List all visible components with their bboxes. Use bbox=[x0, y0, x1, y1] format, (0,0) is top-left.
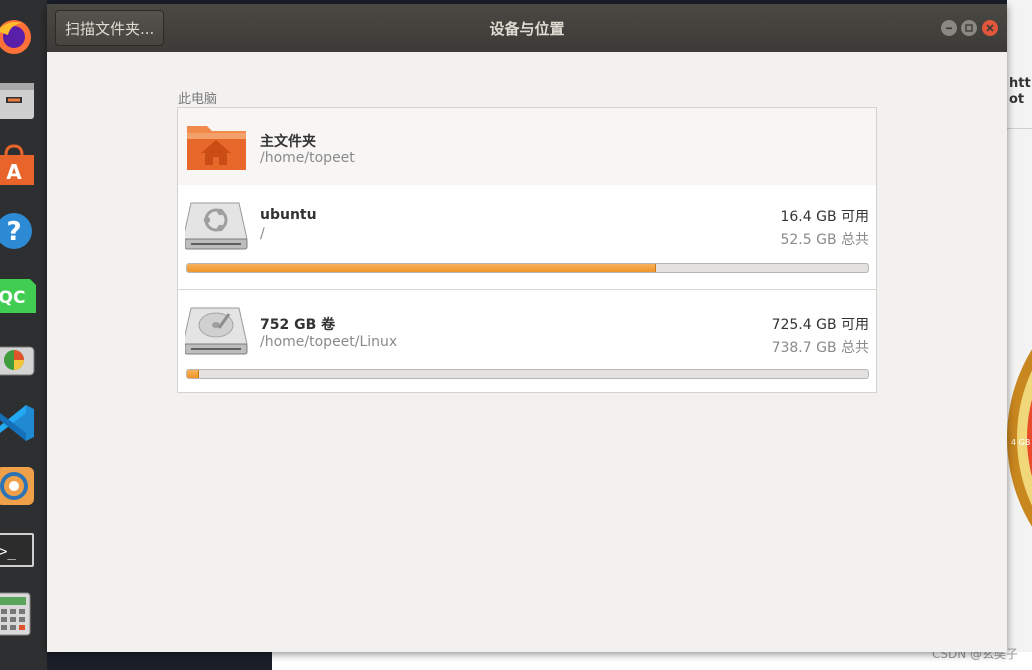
locations-list: 主文件夹 /home/topeet ubuntu / 16.4 GB 可用 52… bbox=[177, 107, 877, 393]
svg-text:?: ? bbox=[6, 217, 21, 247]
calculator-icon[interactable] bbox=[0, 588, 40, 638]
background-window-bottom bbox=[272, 652, 1032, 670]
help-icon[interactable]: ? bbox=[0, 205, 40, 255]
location-path: /home/topeet bbox=[260, 150, 355, 166]
background-divider bbox=[1007, 128, 1032, 129]
window-title: 设备与位置 bbox=[489, 20, 565, 38]
usage-bar bbox=[186, 263, 869, 273]
background-window-text: htt ot bbox=[1009, 76, 1032, 108]
location-path: /home/topeet/Linux bbox=[260, 334, 398, 350]
usage-bar-fill bbox=[187, 264, 656, 272]
titlebar[interactable]: 扫描文件夹... 设备与位置 bbox=[47, 4, 1007, 52]
minimize-button[interactable] bbox=[941, 20, 957, 36]
location-name: 752 GB 卷 bbox=[260, 317, 336, 333]
free-space-label: 725.4 GB 可用 bbox=[771, 317, 869, 333]
location-name: ubuntu bbox=[260, 207, 317, 223]
svg-text:>_: >_ bbox=[0, 544, 16, 560]
disk-usage-icon[interactable] bbox=[0, 334, 40, 384]
minimize-icon bbox=[946, 27, 952, 30]
ubuntu-drive-icon bbox=[182, 199, 249, 255]
background-chart-label: 4 GB bbox=[1011, 438, 1031, 447]
free-space-label: 16.4 GB 可用 bbox=[780, 209, 869, 225]
total-space-label: 738.7 GB 总共 bbox=[771, 340, 869, 356]
software-store-icon[interactable]: A bbox=[0, 140, 40, 190]
files-icon[interactable] bbox=[0, 74, 40, 124]
launcher-dock: A ? QC >_ bbox=[0, 0, 47, 670]
maximize-button[interactable] bbox=[961, 20, 977, 36]
close-icon bbox=[986, 24, 994, 32]
location-path: / bbox=[260, 226, 265, 242]
background-text-line: htt bbox=[1009, 76, 1031, 91]
total-space-label: 52.5 GB 总共 bbox=[780, 232, 869, 248]
svg-text:A: A bbox=[6, 160, 22, 184]
disk-usage-window: 扫描文件夹... 设备与位置 此电脑 主文件夹 /home/topeet ubu… bbox=[47, 4, 1007, 652]
hard-disk-icon bbox=[182, 304, 249, 360]
section-label: 此电脑 bbox=[178, 92, 218, 107]
close-button[interactable] bbox=[982, 20, 998, 36]
background-text-line: ot bbox=[1009, 92, 1025, 107]
background-ring-chart bbox=[1007, 262, 1032, 578]
location-row-ubuntu[interactable]: ubuntu / 16.4 GB 可用 52.5 GB 总共 bbox=[178, 185, 876, 290]
terminal-icon[interactable]: >_ bbox=[0, 524, 40, 574]
blender-icon[interactable] bbox=[0, 460, 40, 510]
location-row-volume[interactable]: 752 GB 卷 /home/topeet/Linux 725.4 GB 可用 … bbox=[178, 290, 876, 392]
location-name: 主文件夹 bbox=[260, 134, 316, 150]
firefox-icon[interactable] bbox=[0, 10, 40, 60]
location-row-home[interactable]: 主文件夹 /home/topeet bbox=[178, 108, 876, 186]
qtcreator-icon[interactable]: QC bbox=[0, 268, 40, 318]
usage-bar-fill bbox=[187, 370, 200, 378]
svg-text:QC: QC bbox=[0, 288, 25, 308]
maximize-icon bbox=[965, 24, 973, 32]
vscode-icon[interactable] bbox=[0, 398, 40, 448]
usage-bar bbox=[186, 369, 869, 379]
home-folder-icon bbox=[185, 120, 249, 176]
